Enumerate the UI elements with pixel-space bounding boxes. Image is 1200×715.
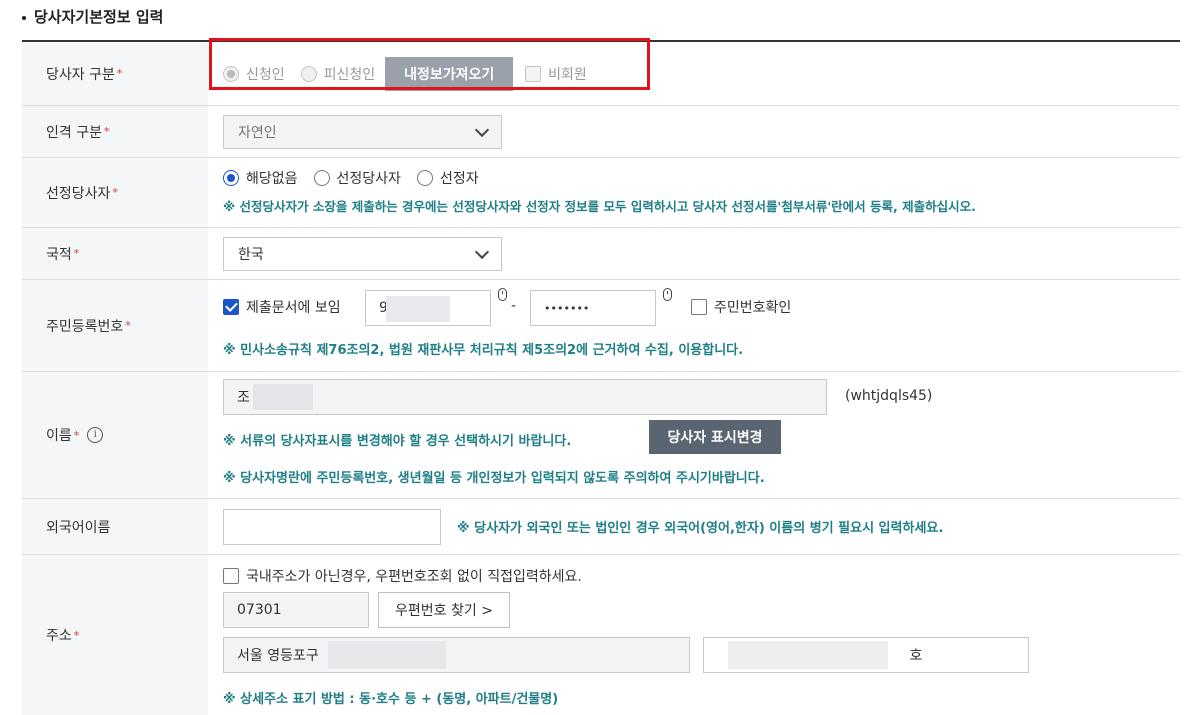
redacted-area <box>728 641 888 669</box>
label-selected-party: 선정당사자 * <box>22 158 208 227</box>
row-selected-party: 선정당사자 * 해당없음 선정당사자 선정자 ※ 선정당사자가 소장을 제출하는 … <box>22 158 1180 228</box>
info-icon[interactable]: i <box>87 427 104 443</box>
checkbox-show-in-doc[interactable]: 제출문서에 보임 <box>223 297 341 317</box>
section-title: 당사자기본정보 입력 <box>22 6 163 27</box>
chevron-down-icon <box>474 244 490 259</box>
highlight-box <box>209 38 650 90</box>
postcode-input[interactable]: 07301 <box>223 592 369 628</box>
label-nationality: 국적 * <box>22 228 208 279</box>
radio-dot-icon <box>223 170 239 186</box>
row-resident-id: 주민등록번호 * 제출문서에 보임 9 - ••••••• 주민번호확인 ※ 민사… <box>22 280 1180 372</box>
row-address: 주소 * 국내주소가 아닌경우, 우편번호조회 없이 직접입력하세요. 07301… <box>22 555 1180 715</box>
checkbox-icon <box>223 568 239 584</box>
foreign-name-input[interactable] <box>223 508 441 545</box>
nationality-select[interactable]: 한국 <box>223 236 502 271</box>
label-resident-id: 주민등록번호 * <box>22 280 208 371</box>
name-input[interactable]: 조 <box>223 379 827 415</box>
mouse-icon <box>498 288 507 301</box>
radio-dot-icon <box>416 170 433 186</box>
address1-input[interactable]: 서울 영등포구 <box>223 637 690 673</box>
checkbox-verify-id[interactable]: 주민번호확인 <box>691 297 791 317</box>
name-note-1: ※ 서류의 당사자표시를 변경해야 할 경우 선택하시기 바랍니다. <box>223 434 572 449</box>
change-party-display-button[interactable]: 당사자 표시변경 <box>649 420 781 454</box>
redacted-area <box>386 296 450 322</box>
person-type-select[interactable]: 자연인 <box>223 114 502 149</box>
resident-id-back-input[interactable]: ••••••• <box>530 290 656 326</box>
bullet-icon <box>22 15 26 20</box>
foreign-name-note: ※ 당사자가 외국인 또는 법인인 경우 외국어(영어,한자) 이름의 병기 필… <box>457 521 944 536</box>
radio-dot-icon <box>313 170 330 186</box>
dash-separator: - <box>511 298 517 314</box>
mouse-icon <box>663 288 672 301</box>
label-person-type: 인격 구분 * <box>22 106 208 157</box>
label-address: 주소 * <box>22 555 208 715</box>
label-name: 이름 * i <box>22 372 208 498</box>
selected-party-note: ※ 선정당사자가 소장을 제출하는 경우에는 선정당사자와 선정자 정보를 모두… <box>223 199 976 214</box>
redacted-area <box>253 384 313 410</box>
checkbox-checked-icon <box>223 299 239 315</box>
label-party-type: 당사자 구분 * <box>22 42 208 105</box>
find-postcode-button[interactable]: 우편번호 찾기 > <box>378 592 510 628</box>
party-info-form: 당사자 구분 * 신청인 피신청인 내정보가져오기 비회원 인격 구분 * 자연인 … <box>22 40 1180 715</box>
address-note: ※ 상세주소 표기 방법 : 동·호수 등 + (동명, 아파트/건물명) <box>223 692 559 707</box>
name-note-2: ※ 당사자명란에 주민등록번호, 생년월일 등 개인정보가 입력되지 않도록 주… <box>223 471 765 486</box>
row-person-type: 인격 구분 * 자연인 <box>22 106 1180 158</box>
row-name: 이름 * i 조 (whtjdqls45) ※ 서류의 당사자표시를 변경해야 할 … <box>22 372 1180 499</box>
checkbox-non-domestic[interactable]: 국내주소가 아닌경우, 우편번호조회 없이 직접입력하세요. <box>223 566 582 586</box>
resident-id-note: ※ 민사소송규칙 제76조의2, 법원 재판사무 처리규칙 제5조의2에 근거하… <box>223 343 744 358</box>
row-foreign-name: 외국어이름 ※ 당사자가 외국인 또는 법인인 경우 외국어(영어,한자) 이름… <box>22 499 1180 555</box>
redacted-area <box>328 641 446 669</box>
chevron-down-icon <box>474 122 490 137</box>
user-id-text: (whtjdqls45) <box>845 388 933 404</box>
radio-none[interactable]: 해당없음 <box>223 168 298 188</box>
checkbox-icon <box>691 299 707 315</box>
radio-selected-party[interactable]: 선정당사자 <box>313 168 401 188</box>
row-nationality: 국적 * 한국 <box>22 228 1180 280</box>
radio-selector[interactable]: 선정자 <box>416 168 479 188</box>
label-foreign-name: 외국어이름 <box>22 499 208 554</box>
